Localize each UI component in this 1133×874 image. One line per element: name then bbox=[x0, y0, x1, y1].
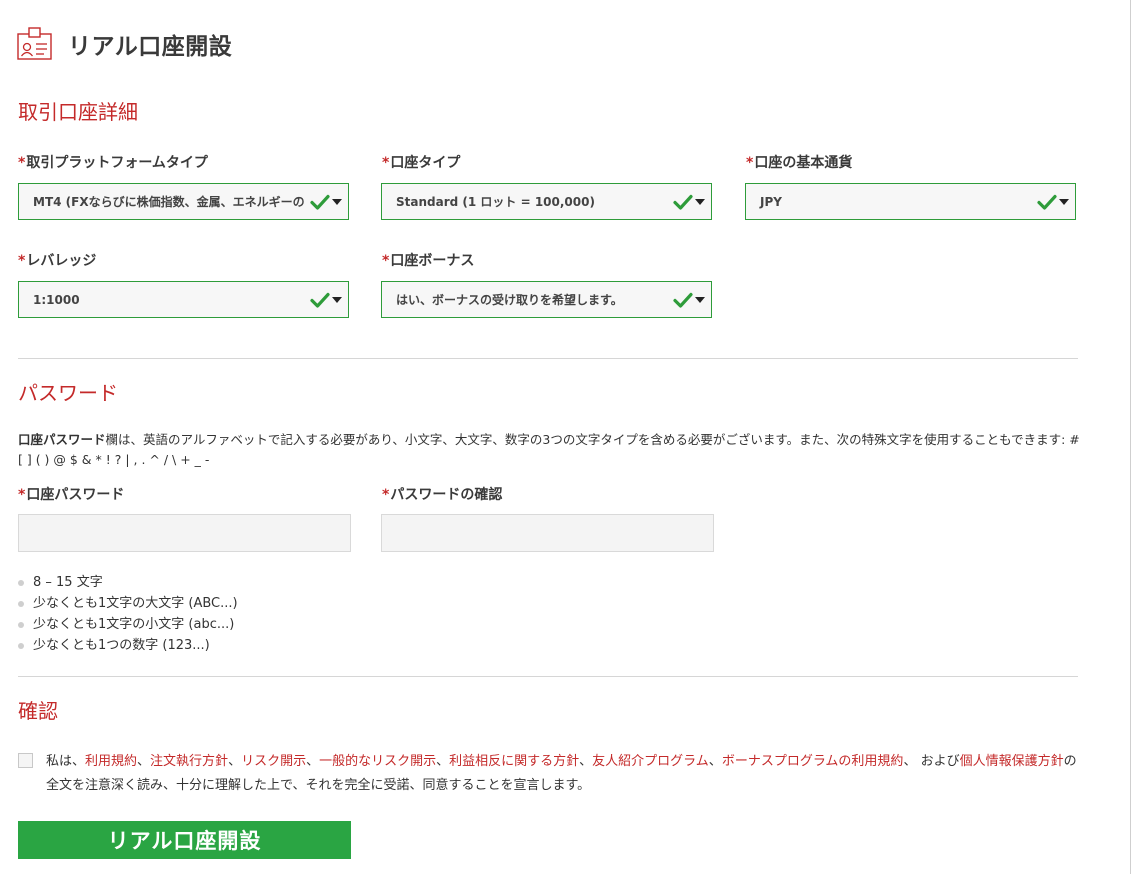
consent-separator: 、 bbox=[579, 754, 593, 769]
password-confirm-input[interactable] bbox=[381, 514, 714, 552]
password-confirm-label-text: パスワードの確認 bbox=[390, 487, 503, 503]
caret-down-icon bbox=[695, 198, 705, 205]
consent-separator: 、 bbox=[708, 754, 722, 769]
leverage-select[interactable]: 1:1000 bbox=[18, 281, 349, 318]
section-title-password: パスワード bbox=[18, 381, 118, 405]
terms-link[interactable]: 利用規約 bbox=[85, 754, 137, 769]
password-confirm-label: *パスワードの確認 bbox=[382, 484, 502, 504]
password-description: 口座パスワード欄は、英語のアルファベットで記入する必要があり、小文字、大文字、数… bbox=[18, 430, 1083, 470]
caret-down-icon bbox=[1059, 198, 1069, 205]
password-label: *口座パスワード bbox=[18, 484, 124, 504]
account-type-label-text: 口座タイプ bbox=[390, 155, 461, 171]
privacy-policy-link[interactable]: 個人情報保護方針 bbox=[960, 754, 1064, 769]
consent-and: 、 および bbox=[903, 754, 960, 769]
currency-label-text: 口座の基本通貨 bbox=[754, 155, 853, 171]
required-mark: * bbox=[18, 253, 26, 269]
risk-disclosure-link[interactable]: リスク開示 bbox=[241, 754, 306, 769]
bullet-dot-icon bbox=[18, 621, 24, 628]
password-input[interactable] bbox=[18, 514, 351, 552]
bullet-dot-icon bbox=[18, 642, 24, 649]
section-title-account-details: 取引口座詳細 bbox=[18, 100, 138, 124]
bonus-select[interactable]: はい、ボーナスの受け取りを希望します。 bbox=[381, 281, 712, 318]
list-item: 少なくとも1文字の小文字 (abc...) bbox=[18, 614, 238, 635]
consent-text: 私は、利用規約、注文執行方針、リスク開示、一般的なリスク開示、利益相反に関する方… bbox=[46, 750, 1081, 798]
password-requirements-list: 8 – 15 文字 少なくとも1文字の大文字 (ABC...) 少なくとも1文字… bbox=[18, 572, 238, 656]
password-description-bold: 口座パスワード bbox=[18, 432, 106, 447]
requirement-text: 少なくとも1文字の小文字 (abc...) bbox=[33, 617, 235, 632]
check-icon bbox=[673, 194, 693, 210]
account-type-label: *口座タイプ bbox=[382, 152, 460, 172]
caret-down-icon bbox=[695, 296, 705, 303]
account-type-select-value: Standard (1 ロット = 100,000) bbox=[396, 195, 595, 209]
bullet-dot-icon bbox=[18, 600, 24, 607]
platform-label: *取引プラットフォームタイプ bbox=[18, 152, 208, 172]
check-icon bbox=[1037, 194, 1057, 210]
currency-select-value: JPY bbox=[760, 194, 782, 209]
requirement-text: 8 – 15 文字 bbox=[33, 575, 103, 590]
caret-down-icon bbox=[332, 198, 342, 205]
consent-checkbox[interactable] bbox=[18, 753, 33, 768]
referral-program-link[interactable]: 友人紹介プログラム bbox=[592, 754, 709, 769]
requirement-text: 少なくとも1文字の大文字 (ABC...) bbox=[33, 596, 238, 611]
platform-select-value: MT4 (FXならびに株価指数、金属、エネルギーの bbox=[33, 195, 305, 209]
open-real-account-button[interactable]: リアル口座開設 bbox=[18, 821, 351, 859]
list-item: 8 – 15 文字 bbox=[18, 572, 238, 593]
consent-separator: 、 bbox=[137, 754, 151, 769]
required-mark: * bbox=[18, 487, 26, 503]
leverage-label: *レバレッジ bbox=[18, 250, 96, 270]
consent-separator: 、 bbox=[306, 754, 320, 769]
section-title-confirm: 確認 bbox=[18, 699, 58, 723]
page-header: リアル口座開設 bbox=[16, 24, 232, 64]
execution-policy-link[interactable]: 注文執行方針 bbox=[150, 754, 228, 769]
list-item: 少なくとも1文字の大文字 (ABC...) bbox=[18, 593, 238, 614]
platform-select[interactable]: MT4 (FXならびに株価指数、金属、エネルギーの bbox=[18, 183, 349, 220]
required-mark: * bbox=[382, 253, 390, 269]
bonus-terms-link[interactable]: ボーナスプログラムの利用規約 bbox=[722, 754, 904, 769]
password-description-text: 欄は、英語のアルファベットで記入する必要があり、小文字、大文字、数字の3つの文字… bbox=[18, 432, 1080, 467]
consent-separator: 、 bbox=[228, 754, 242, 769]
page-title: リアル口座開設 bbox=[68, 34, 233, 60]
general-risk-disclosure-link[interactable]: 一般的なリスク開示 bbox=[319, 754, 436, 769]
list-item: 少なくとも1つの数字 (123...) bbox=[18, 635, 238, 656]
password-label-text: 口座パスワード bbox=[26, 487, 125, 503]
currency-select[interactable]: JPY bbox=[745, 183, 1076, 220]
conflict-of-interest-link[interactable]: 利益相反に関する方針 bbox=[449, 754, 579, 769]
requirement-text: 少なくとも1つの数字 (123...) bbox=[33, 638, 210, 653]
check-icon bbox=[673, 292, 693, 308]
bonus-label-text: 口座ボーナス bbox=[390, 253, 475, 269]
page-right-border bbox=[1130, 0, 1131, 874]
section-divider bbox=[18, 676, 1078, 677]
required-mark: * bbox=[746, 155, 754, 171]
check-icon bbox=[310, 194, 330, 210]
required-mark: * bbox=[18, 155, 26, 171]
caret-down-icon bbox=[332, 296, 342, 303]
account-type-select[interactable]: Standard (1 ロット = 100,000) bbox=[381, 183, 712, 220]
platform-label-text: 取引プラットフォームタイプ bbox=[26, 155, 208, 171]
currency-label: *口座の基本通貨 bbox=[746, 152, 852, 172]
required-mark: * bbox=[382, 487, 390, 503]
id-card-icon bbox=[17, 27, 52, 60]
consent-prefix: 私は、 bbox=[46, 754, 86, 769]
section-divider bbox=[18, 358, 1078, 359]
bonus-label: *口座ボーナス bbox=[382, 250, 474, 270]
bullet-dot-icon bbox=[18, 579, 24, 586]
leverage-label-text: レバレッジ bbox=[26, 253, 97, 269]
leverage-select-value: 1:1000 bbox=[33, 292, 80, 307]
check-icon bbox=[310, 292, 330, 308]
bonus-select-value: はい、ボーナスの受け取りを希望します。 bbox=[396, 293, 623, 307]
required-mark: * bbox=[382, 155, 390, 171]
consent-separator: 、 bbox=[436, 754, 450, 769]
